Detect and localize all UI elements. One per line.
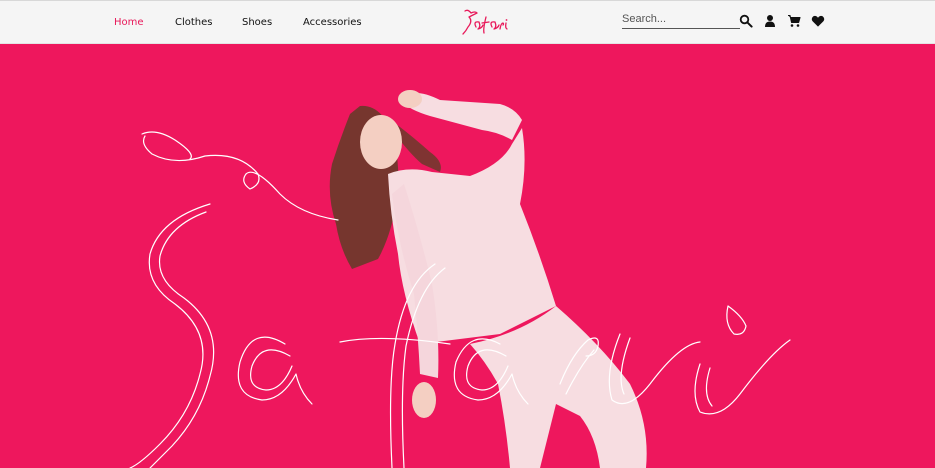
model-image <box>329 90 647 468</box>
hero-banner <box>0 44 935 468</box>
brand-logo[interactable] <box>459 5 509 39</box>
nav-link-shoes[interactable]: Shoes <box>242 17 272 28</box>
cart-icon[interactable] <box>787 14 801 28</box>
heart-icon[interactable] <box>811 14 825 28</box>
nav-link-accessories[interactable]: Accessories <box>303 17 362 28</box>
safari-logo-mark <box>462 9 508 35</box>
hero-illustration <box>129 90 791 468</box>
nav-link-clothes[interactable]: Clothes <box>175 17 213 28</box>
top-navigation-bar: Home Clothes Shoes Accessories <box>0 0 935 44</box>
search-input[interactable] <box>622 9 740 29</box>
user-icon[interactable] <box>763 14 777 28</box>
nav-link-home[interactable]: Home <box>114 17 144 28</box>
search-icon[interactable] <box>739 14 753 28</box>
